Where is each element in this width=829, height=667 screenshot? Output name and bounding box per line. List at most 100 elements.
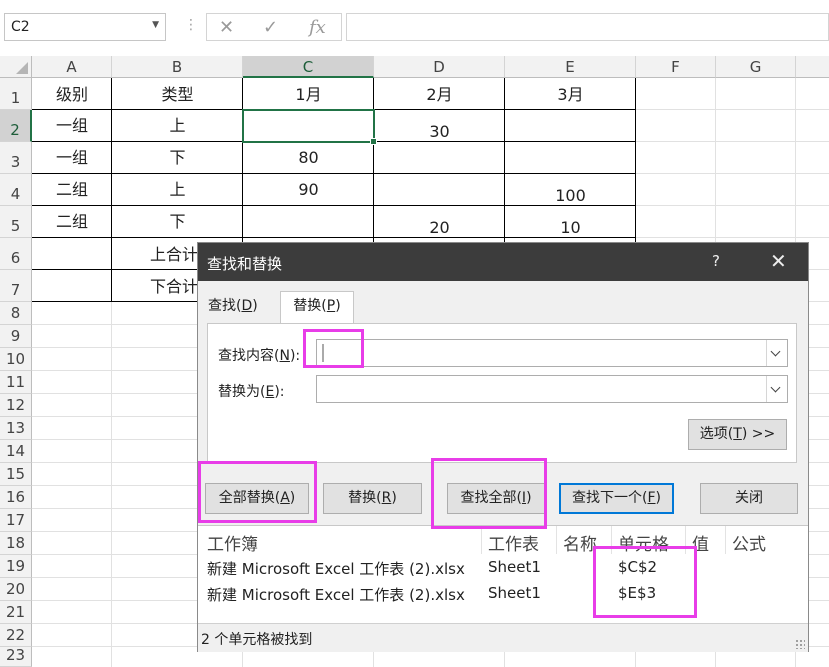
row-header[interactable]: 18 xyxy=(0,532,32,555)
help-icon[interactable]: ? xyxy=(712,252,720,270)
find-what-input[interactable] xyxy=(316,339,788,367)
column-header-b[interactable]: B xyxy=(112,56,243,78)
cell-d1[interactable]: 2月 xyxy=(374,78,505,110)
drag-handle-icon[interactable]: ⋮ xyxy=(184,17,198,33)
column-header-c[interactable]: C xyxy=(243,56,374,78)
dialog-statusbar: 2 个单元格被找到 xyxy=(198,623,808,652)
replace-with-input[interactable] xyxy=(316,375,788,403)
cell-b1[interactable]: 类型 xyxy=(112,78,243,110)
find-what-label: 查找内容(N): xyxy=(218,348,301,364)
cell-a2[interactable]: 一组 xyxy=(32,110,112,142)
column-header-partial[interactable] xyxy=(796,56,829,78)
close-button[interactable]: 关闭 xyxy=(700,483,798,514)
results-header-workbook[interactable]: 工作簿 xyxy=(207,530,258,555)
cell-b2[interactable]: 上 xyxy=(112,110,243,142)
cell-e5[interactable]: 10 xyxy=(505,206,636,238)
enter-icon[interactable]: ✓ xyxy=(263,17,278,38)
cell-b4[interactable]: 上 xyxy=(112,174,243,206)
active-cell-c2[interactable] xyxy=(242,109,377,145)
formula-bar: C2 ▼ ⋮ ✕ ✓ fx xyxy=(0,0,829,56)
annotation-highlight-cell-results xyxy=(593,546,697,618)
annotation-highlight-replace-all xyxy=(198,461,317,523)
results-list[interactable]: 工作簿 工作表 名称 单元格 值 公式 新建 Microsoft Excel 工… xyxy=(198,525,808,624)
row-header[interactable]: 2 xyxy=(0,110,32,142)
results-header-name[interactable]: 名称 xyxy=(563,530,597,555)
column-header-d[interactable]: D xyxy=(374,56,505,78)
result-sheet: Sheet1 xyxy=(488,558,541,576)
tab-replace[interactable]: 替换(P) xyxy=(280,291,354,323)
chevron-down-icon[interactable] xyxy=(766,340,787,366)
row-header[interactable]: 7 xyxy=(0,270,32,302)
row-header[interactable]: 4 xyxy=(0,174,32,206)
select-all-button[interactable] xyxy=(0,56,32,78)
cell-c3[interactable]: 80 xyxy=(243,142,374,174)
replace-with-label: 替换为(E): xyxy=(218,384,285,400)
cell-a1[interactable]: 级别 xyxy=(32,78,112,110)
close-icon[interactable]: ✕ xyxy=(770,249,787,273)
cell-d5[interactable]: 20 xyxy=(374,206,505,238)
row-header[interactable]: 15 xyxy=(0,463,32,486)
options-button[interactable]: 选项(T) >> xyxy=(688,419,787,450)
row-header[interactable]: 11 xyxy=(0,371,32,394)
resize-grip-icon[interactable] xyxy=(795,639,805,649)
row-header[interactable]: 21 xyxy=(0,601,32,624)
row-header[interactable]: 5 xyxy=(0,206,32,238)
annotation-highlight-find-input xyxy=(303,329,364,368)
row-header[interactable]: 3 xyxy=(0,142,32,174)
row-header[interactable]: 10 xyxy=(0,348,32,371)
cell-b3[interactable]: 下 xyxy=(112,142,243,174)
result-workbook: 新建 Microsoft Excel 工作表 (2).xlsx xyxy=(207,560,465,578)
column-divider xyxy=(725,526,726,554)
column-header-e[interactable]: E xyxy=(505,56,636,78)
cell-c4[interactable]: 90 xyxy=(243,174,374,206)
cell-e1[interactable]: 3月 xyxy=(505,78,636,110)
cell-d2[interactable]: 30 xyxy=(374,110,505,142)
row-header[interactable]: 14 xyxy=(0,440,32,463)
find-next-button[interactable]: 查找下一个(F) xyxy=(559,483,674,514)
row-header[interactable]: 12 xyxy=(0,394,32,417)
tab-find[interactable]: 查找(D) xyxy=(208,295,258,315)
cancel-icon[interactable]: ✕ xyxy=(219,17,234,38)
row-header[interactable]: 13 xyxy=(0,417,32,440)
row-header[interactable]: 1 xyxy=(0,78,32,110)
row-header[interactable]: 20 xyxy=(0,578,32,601)
row-header[interactable]: 6 xyxy=(0,238,32,270)
name-box[interactable]: C2 ▼ xyxy=(4,13,166,41)
column-divider xyxy=(556,526,557,554)
result-sheet: Sheet1 xyxy=(488,584,541,602)
column-header-g[interactable]: G xyxy=(716,56,796,78)
status-text: 2 个单元格被找到 xyxy=(201,632,313,648)
chevron-down-icon[interactable] xyxy=(766,376,787,402)
row-header[interactable]: 9 xyxy=(0,325,32,348)
column-header-f[interactable]: F xyxy=(636,56,716,78)
results-header-sheet[interactable]: 工作表 xyxy=(488,530,539,555)
row-header[interactable]: 19 xyxy=(0,555,32,578)
find-replace-dialog: 查找和替换 ? ✕ 查找(D) 替换(P) 查找内容(N): 替换为(E): 选… xyxy=(197,242,809,652)
cell-a3[interactable]: 一组 xyxy=(32,142,112,174)
formula-buttons: ✕ ✓ fx xyxy=(206,13,342,41)
dialog-titlebar[interactable]: 查找和替换 ? ✕ xyxy=(198,243,808,281)
results-header-formula[interactable]: 公式 xyxy=(732,530,766,555)
replace-panel: 查找内容(N): 替换为(E): 选项(T) >> xyxy=(207,323,797,463)
cell-e4[interactable]: 100 xyxy=(505,174,636,206)
replace-button[interactable]: 替换(R) xyxy=(323,483,422,514)
result-row[interactable]: 新建 Microsoft Excel 工作表 (2).xlsx Sheet1 $… xyxy=(198,582,808,607)
annotation-highlight-find-all xyxy=(431,458,547,529)
cell-b5[interactable]: 下 xyxy=(112,206,243,238)
formula-input[interactable] xyxy=(346,13,829,41)
name-box-value: C2 xyxy=(11,19,30,35)
cell-a5[interactable]: 二组 xyxy=(32,206,112,238)
result-row[interactable]: 新建 Microsoft Excel 工作表 (2).xlsx Sheet1 $… xyxy=(198,556,808,581)
result-workbook: 新建 Microsoft Excel 工作表 (2).xlsx xyxy=(207,586,465,604)
cell-a4[interactable]: 二组 xyxy=(32,174,112,206)
row-header[interactable]: 17 xyxy=(0,509,32,532)
row-header[interactable]: 22 xyxy=(0,624,32,647)
insert-function-icon[interactable]: fx xyxy=(309,17,326,38)
column-header-a[interactable]: A xyxy=(32,56,112,78)
row-header[interactable]: 23 xyxy=(0,646,32,667)
chevron-down-icon[interactable]: ▼ xyxy=(152,20,159,30)
row-header[interactable]: 16 xyxy=(0,486,32,509)
cell-c1[interactable]: 1月 xyxy=(243,78,374,110)
dialog-title: 查找和替换 xyxy=(207,255,283,273)
row-header[interactable]: 8 xyxy=(0,302,32,325)
